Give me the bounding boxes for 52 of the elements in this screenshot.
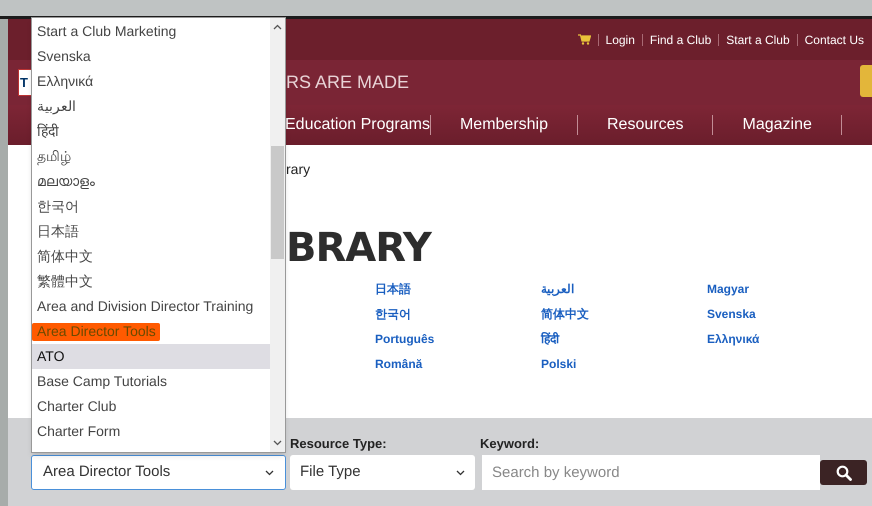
field-label: Keyword:	[480, 435, 540, 451]
resource-type-select[interactable]: File Type	[290, 455, 475, 490]
search-icon	[836, 464, 852, 480]
nav-link[interactable]: Resources	[578, 113, 712, 137]
scroll-down-icon[interactable]	[273, 440, 282, 446]
dropdown-option[interactable]: Start a Club Marketing	[32, 19, 270, 44]
search-field[interactable]: Search by keyword	[482, 455, 820, 490]
language-link[interactable]: 日本語	[375, 280, 541, 305]
dropdown-option[interactable]: தமிழ்	[32, 144, 270, 169]
scrollbar[interactable]	[270, 18, 285, 452]
scroll-up-icon[interactable]	[273, 24, 282, 30]
scrollbar-thumb[interactable]	[271, 146, 284, 259]
top-link[interactable]: Login	[606, 30, 635, 48]
top-link[interactable]: Find a Club	[650, 30, 712, 48]
dropdown-option[interactable]: Base Camp Tutorials	[32, 369, 270, 394]
chevron-icon	[456, 470, 465, 476]
nav-link[interactable]: Magazine	[713, 113, 841, 137]
dropdown-option[interactable]: Charter Form	[32, 419, 270, 444]
top-link[interactable]: Contact Us	[804, 30, 864, 48]
dropdown-option[interactable]: Charter Club	[32, 394, 270, 419]
dropdown-option[interactable]: Svenska	[32, 44, 270, 69]
language-link[interactable]: Português	[375, 330, 541, 355]
field-label: Resource Type:	[290, 435, 388, 451]
nav-link[interactable]: Membership	[430, 113, 577, 137]
dropdown-option[interactable]: ATO	[32, 344, 270, 369]
language-link[interactable]: 简体中文	[541, 305, 707, 330]
dropdown-option[interactable]: 日本語	[32, 219, 270, 244]
nav-link[interactable]: Education Programs	[285, 113, 430, 137]
dropdown-option[interactable]: 简体中文	[32, 244, 270, 269]
language-link[interactable]: 한국어	[375, 305, 541, 330]
dropdown-option[interactable]: हिंदी	[32, 119, 270, 144]
language-link[interactable]: العربية	[541, 280, 707, 305]
language-link[interactable]: Română	[375, 355, 541, 380]
page-heading: BRARY	[286, 224, 433, 272]
dropdown-option[interactable]: العربية	[32, 94, 270, 119]
dropdown-option[interactable]: Ελληνικά	[32, 69, 270, 94]
category-select[interactable]: Area Director Tools	[31, 455, 286, 490]
language-link[interactable]: हिंदी	[541, 330, 707, 355]
language-link[interactable]: Svenska	[707, 305, 760, 330]
language-link[interactable]: Ελληνικά	[707, 330, 760, 355]
cart-icon[interactable]	[578, 34, 591, 45]
dropdown-option[interactable]: 한국어	[32, 194, 270, 219]
dropdown-option[interactable]: Area and Division Director Training	[32, 294, 270, 319]
language-link[interactable]: Magyar	[707, 280, 760, 305]
chevron-icon	[265, 470, 274, 476]
tagline: RS ARE MADE	[286, 71, 410, 94]
top-link[interactable]: Start a Club	[726, 30, 790, 48]
dropdown-option[interactable]: മലയാളം	[32, 169, 270, 194]
dropdown-option[interactable]: 繁體中文	[32, 269, 270, 294]
language-link[interactable]: Polski	[541, 355, 707, 380]
search-button[interactable]	[820, 460, 867, 485]
breadcrumb: rary	[286, 160, 312, 179]
